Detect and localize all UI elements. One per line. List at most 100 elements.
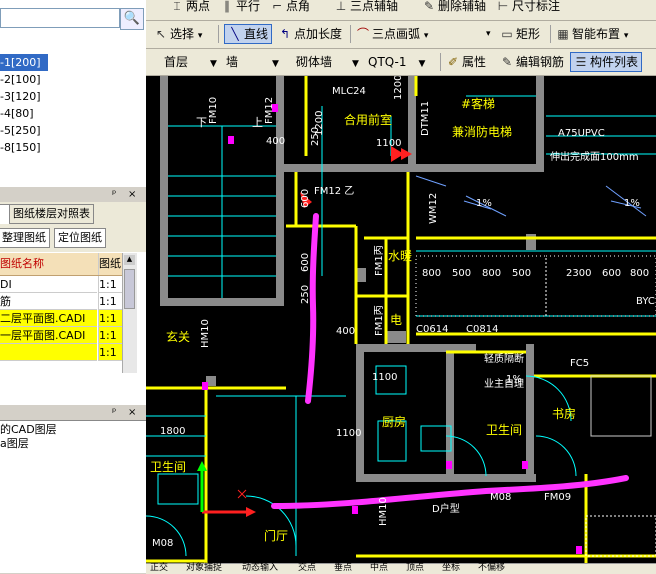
cad-annotation: 800 xyxy=(422,268,441,279)
pin-icon[interactable]: ᵖ xyxy=(112,187,116,202)
drawing-name-cell: 一层平面图.CADI xyxy=(0,327,97,344)
scale-cell: 1:1 xyxy=(98,344,122,361)
cad-annotation: WM12 xyxy=(428,193,439,224)
three-point-axis-button[interactable]: ⊥ 三点辅轴 xyxy=(334,0,398,16)
cad-annotation: A75UPVC xyxy=(558,128,605,139)
cad-annotation: 1800 xyxy=(160,426,185,437)
room-label: 轻质隔断 xyxy=(484,352,524,365)
table-row[interactable]: DI 1:1 xyxy=(0,276,122,293)
parallel-button[interactable]: ∥ 平行 xyxy=(220,0,260,16)
status-toggle[interactable]: 不偏移 xyxy=(478,563,505,573)
table-row[interactable]: 一层平面图.CADI 1:1 xyxy=(0,327,122,344)
status-toggle[interactable]: 中点 xyxy=(370,563,388,573)
select-button[interactable]: ↖ 选择 ▾ xyxy=(154,24,202,44)
drawing-name-cell: 二层平面图.CADI xyxy=(0,310,97,327)
cad-annotation: C0614 xyxy=(416,324,448,335)
status-toggle[interactable]: 正交 xyxy=(150,563,168,573)
room-label: 水暖 xyxy=(388,249,412,263)
two-point-button[interactable]: ⌶ 两点 xyxy=(170,0,210,16)
properties-button[interactable]: ✐ 属性 xyxy=(446,52,486,72)
scale-cell: 1:1 xyxy=(98,327,122,344)
cad-annotation: FC5 xyxy=(570,358,589,369)
cad-annotation: C0814 xyxy=(466,324,498,335)
cad-annotation: 1% xyxy=(624,198,640,209)
line-button[interactable]: ╲ 直线 xyxy=(224,24,273,44)
three-point-arc-button[interactable]: ⌒ 三点画弧 ▾ xyxy=(356,24,428,44)
room-label: 卫生间 xyxy=(486,423,522,437)
status-toggle[interactable]: 坐标 xyxy=(442,563,460,573)
list-item[interactable]: a图层 xyxy=(0,435,29,452)
status-toggle[interactable]: 交点 xyxy=(298,563,316,573)
organize-drawings-button[interactable]: 整理图纸 xyxy=(0,228,50,248)
wall xyxy=(526,234,536,250)
cad-canvas[interactable]: 合用前室 #客梯 兼消防电梯 水暖电厨房 卫生间 书房 玄关 卫生间 门厅 业主自理 轻质隔断 FM1… xyxy=(146,76,656,563)
dimension-button[interactable]: ⊢ 尺寸标注 xyxy=(496,0,560,16)
close-icon[interactable]: × xyxy=(128,187,136,202)
line-icon: ╲ xyxy=(231,27,239,41)
edit-rebar-button[interactable]: ✎ 编辑钢筋 xyxy=(500,52,564,72)
layer-list-item[interactable]: -5[250] xyxy=(0,122,41,139)
smart-layout-button[interactable]: ▦ 智能布置 ▾ xyxy=(556,24,628,44)
drawing-name-cell: 筋 xyxy=(0,293,97,310)
component-list-button[interactable]: ☰ 构件列表 xyxy=(570,52,643,72)
cad-annotation: 800 xyxy=(630,268,649,279)
wall xyxy=(386,331,406,343)
cad-annotation: FM1丙 xyxy=(374,245,385,276)
rebar-icon: ✎ xyxy=(501,55,513,69)
close-icon-2[interactable]: × xyxy=(128,405,136,420)
layer-list-item[interactable]: -4[80] xyxy=(0,105,34,122)
cad-annotation: 500 xyxy=(512,268,531,279)
room-label: 电 xyxy=(390,313,402,327)
layer-list-item[interactable]: -3[120] xyxy=(0,88,41,105)
point-angle-button[interactable]: ⌐ 点角 xyxy=(270,0,310,16)
layer-list-item[interactable]: -8[150] xyxy=(0,139,41,156)
category-select[interactable]: 墙 ▼ xyxy=(226,53,286,71)
wall xyxy=(536,76,544,172)
delete-axis-button[interactable]: ✎ 删除辅轴 xyxy=(422,0,486,16)
two-point-icon: ⌶ xyxy=(173,0,181,13)
table-row[interactable]: 筋 1:1 xyxy=(0,293,122,310)
cad-annotation: 1100 xyxy=(372,372,397,383)
layer-list-item[interactable]: -2[100] xyxy=(0,71,41,88)
pin-icon-2[interactable]: ᵖ xyxy=(112,405,116,420)
cad-annotation: BYC xyxy=(636,296,655,307)
table-row[interactable]: 1:1 xyxy=(0,344,122,361)
cad-annotation: D户型 xyxy=(432,502,460,515)
locate-drawing-button[interactable]: 定位图纸 xyxy=(54,228,106,248)
cad-annotation: FM10 xyxy=(208,97,219,124)
room-label: #客梯 xyxy=(461,96,495,111)
point-angle-icon: ⌐ xyxy=(271,0,283,13)
drawing-name-cell xyxy=(0,344,97,361)
cad-drawing[interactable]: 合用前室#客梯兼消防电梯水暖电厨房卫生间书房玄关卫生间门厅业主自理轻质隔断FM1… xyxy=(146,76,656,563)
toolbar-axis: ⌶ 两点 ∥ 平行 ⌐ 点角 ⊥ 三点辅轴 ✎ 删除辅轴 ⊢ 尺寸标注 xyxy=(146,0,656,21)
cad-annotation: 1200 xyxy=(314,111,325,136)
status-toggle[interactable]: 动态输入 xyxy=(242,563,278,573)
grid-header: 图纸名称 图纸 xyxy=(0,253,122,276)
type-select[interactable]: 砌体墙 ▼ xyxy=(296,53,366,71)
header-drawing-name[interactable]: 图纸名称 xyxy=(0,253,97,275)
more-dropdown[interactable]: ▾ xyxy=(486,24,491,44)
header-scale[interactable]: 图纸 xyxy=(98,253,122,275)
status-toggle[interactable]: 顶点 xyxy=(406,563,424,573)
status-toggle[interactable]: 对象捕捉 xyxy=(186,563,222,573)
grid-scrollbar[interactable]: ▲ xyxy=(122,253,137,373)
tab-floor-table[interactable]: 图纸楼层对照表 xyxy=(9,204,94,224)
status-toggle[interactable]: 垂点 xyxy=(334,563,352,573)
search-icon[interactable]: 🔍 xyxy=(120,8,144,30)
element-select[interactable]: QTQ-1 ▼ xyxy=(368,53,438,71)
scale-cell: 1:1 xyxy=(98,293,122,310)
cad-annotation: FM09 xyxy=(544,492,571,503)
cad-annotation: MLC24 xyxy=(332,86,366,97)
cursor-icon: ↖ xyxy=(155,27,167,41)
room-label: 合用前室 xyxy=(344,112,392,127)
drawing-tabs-area: 图纸楼层对照表 整理图纸 定位图纸 xyxy=(0,202,146,252)
point-length-icon: ↰ xyxy=(279,27,291,41)
point-length-button[interactable]: ↰ 点加长度 xyxy=(278,24,342,44)
cad-annotation: FM1丙 xyxy=(374,305,385,336)
layer-list-item[interactable]: -1[200] xyxy=(0,54,48,71)
table-row[interactable]: 二层平面图.CADI 1:1 xyxy=(0,310,122,327)
search-input[interactable] xyxy=(0,8,120,28)
arc-icon: ⌒ xyxy=(356,27,369,41)
rect-button[interactable]: ▭ 矩形 xyxy=(500,24,540,44)
floor-select[interactable]: 首层 ▼ xyxy=(164,53,224,71)
